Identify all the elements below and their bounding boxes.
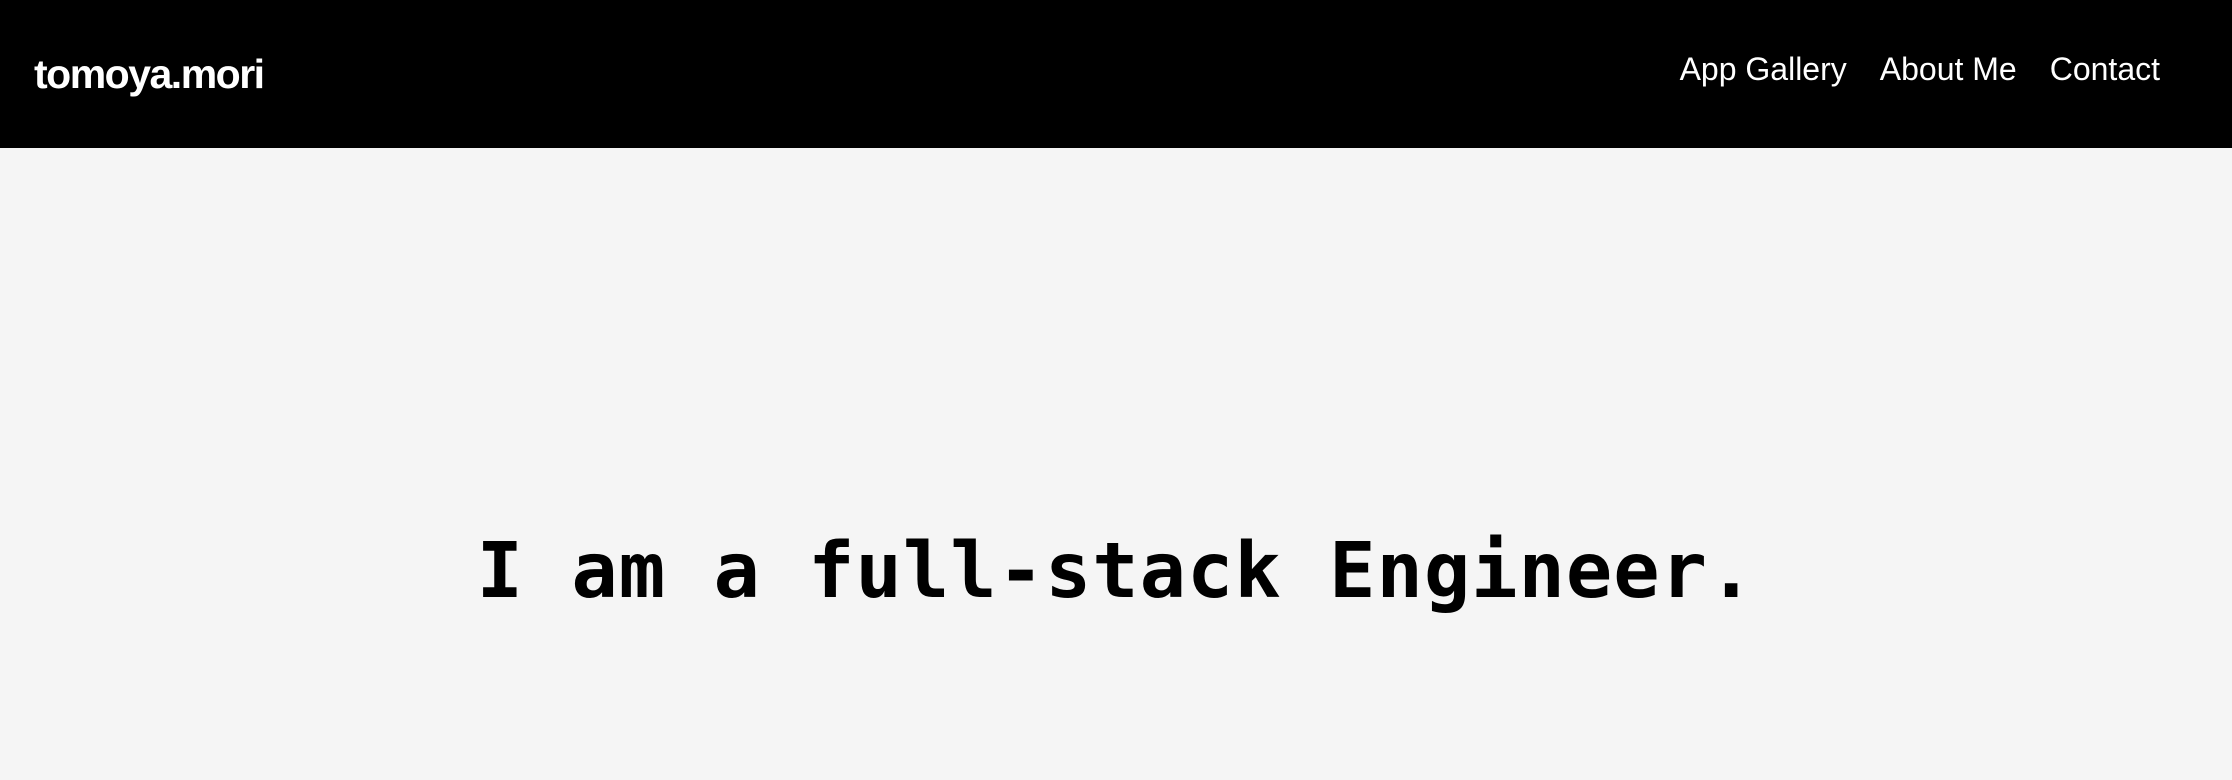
- hero-section: I am a full-stack Engineer.: [0, 148, 2232, 780]
- hero-headline: I am a full-stack Engineer.: [476, 527, 1756, 616]
- nav-link-about-me[interactable]: About Me: [1880, 44, 2017, 94]
- main-nav: App Gallery About Me Contact: [1680, 44, 2160, 94]
- site-header: tomoya.mori App Gallery About Me Contact: [0, 0, 2232, 148]
- brand-logo-link[interactable]: tomoya.mori: [34, 44, 265, 104]
- nav-link-contact[interactable]: Contact: [2050, 44, 2160, 94]
- nav-link-app-gallery[interactable]: App Gallery: [1680, 44, 1847, 94]
